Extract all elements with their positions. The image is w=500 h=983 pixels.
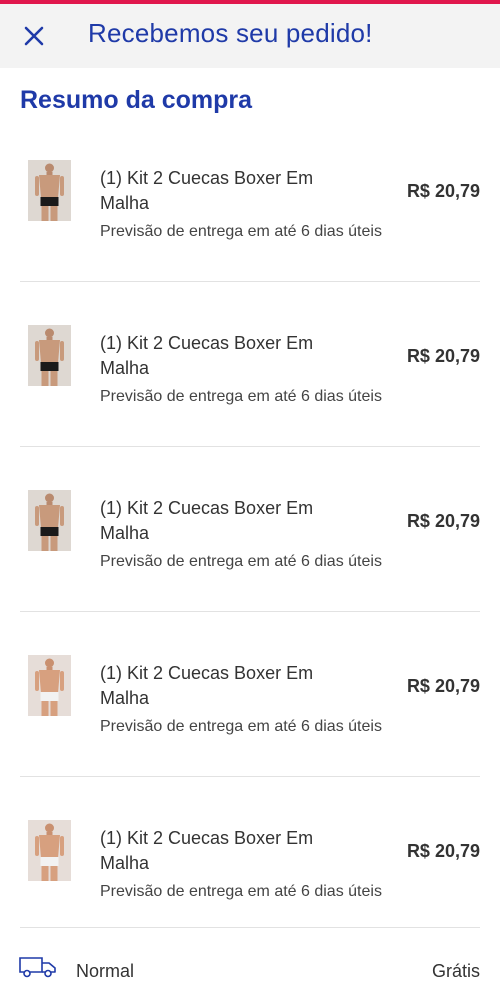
order-item: (1) Kit 2 Cuecas Boxer Em Malha Previsão… [0, 778, 500, 942]
product-image [28, 820, 71, 881]
order-item: (1) Kit 2 Cuecas Boxer Em Malha Previsão… [0, 613, 500, 777]
product-image [28, 325, 71, 386]
product-image [28, 490, 71, 551]
close-button[interactable] [20, 22, 48, 50]
product-price: R$ 20,79 [406, 346, 480, 366]
truck-icon [19, 957, 56, 978]
product-price: R$ 20,79 [406, 181, 480, 201]
product-name: (1) Kit 2 Cuecas Boxer Em Malha [100, 333, 314, 378]
product-image [28, 160, 71, 221]
divider [20, 281, 480, 282]
close-icon [24, 26, 44, 46]
product-price: R$ 20,79 [406, 841, 480, 861]
header-bar: Recebemos seu pedido! [0, 4, 500, 68]
shipping-cost: Grátis [431, 961, 480, 981]
product-thumbnail-icon [28, 655, 71, 716]
product-thumbnail-icon [28, 490, 71, 551]
delivery-estimate: Previsão de entrega em até 6 dias úteis [100, 223, 382, 240]
product-name: (1) Kit 2 Cuecas Boxer Em Malha [100, 168, 314, 213]
divider [20, 927, 480, 928]
delivery-estimate: Previsão de entrega em até 6 dias úteis [100, 388, 382, 405]
product-thumbnail-icon [28, 160, 71, 221]
page-title: Recebemos seu pedido! [88, 18, 373, 48]
product-name: (1) Kit 2 Cuecas Boxer Em Malha [100, 828, 314, 873]
product-price: R$ 20,79 [406, 511, 480, 531]
order-item: (1) Kit 2 Cuecas Boxer Em Malha Previsão… [0, 448, 500, 612]
product-image [28, 655, 71, 716]
product-name: (1) Kit 2 Cuecas Boxer Em Malha [100, 663, 314, 708]
product-price: R$ 20,79 [406, 676, 480, 696]
shipping-method-label: Normal [76, 961, 135, 981]
divider [20, 776, 480, 777]
product-thumbnail-icon [28, 325, 71, 386]
order-item: (1) Kit 2 Cuecas Boxer Em Malha Previsão… [0, 118, 500, 282]
order-item: (1) Kit 2 Cuecas Boxer Em Malha Previsão… [0, 283, 500, 447]
summary-title: Resumo da compra [20, 86, 253, 114]
divider [20, 611, 480, 612]
product-thumbnail-icon [28, 820, 71, 881]
delivery-estimate: Previsão de entrega em até 6 dias úteis [100, 718, 382, 735]
delivery-estimate: Previsão de entrega em até 6 dias úteis [100, 553, 382, 570]
delivery-estimate: Previsão de entrega em até 6 dias úteis [100, 883, 382, 900]
product-name: (1) Kit 2 Cuecas Boxer Em Malha [100, 498, 314, 543]
divider [20, 446, 480, 447]
